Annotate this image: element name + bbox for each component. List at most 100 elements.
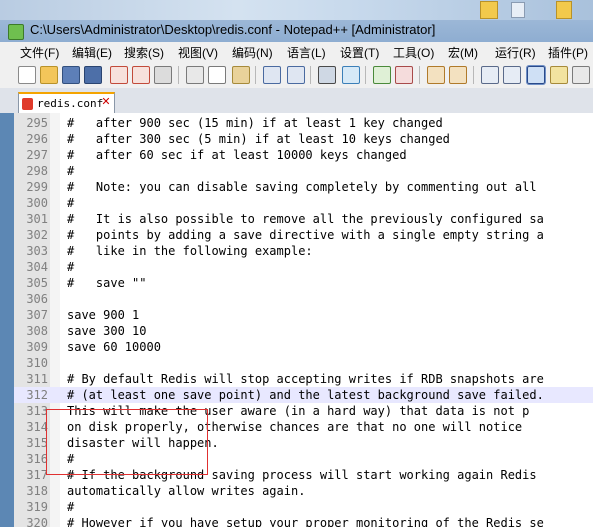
line-text[interactable]: automatically allow writes again. — [67, 483, 305, 499]
code-line[interactable]: 311 # By default Redis will stop acceptin… — [14, 371, 593, 387]
line-text[interactable]: # It is also possible to remove all the … — [67, 211, 544, 227]
zoom-out-icon[interactable] — [395, 66, 413, 84]
code-line[interactable]: 300 # — [14, 195, 593, 211]
line-text[interactable]: # after 300 sec (5 min) if at least 10 k… — [67, 131, 450, 147]
close-file-icon[interactable] — [110, 66, 128, 84]
menu-plugins[interactable]: 插件(P) — [548, 44, 588, 61]
menu-edit[interactable]: 编辑(E) — [72, 44, 112, 61]
toolbar — [0, 62, 593, 89]
replace-icon[interactable] — [342, 66, 360, 84]
code-line[interactable]: 309 save 60 10000 — [14, 339, 593, 355]
menu-language[interactable]: 语言(L) — [287, 44, 326, 61]
word-wrap-icon[interactable] — [481, 66, 499, 84]
line-text[interactable]: save 300 10 — [67, 323, 146, 339]
line-number: 308 — [26, 324, 48, 338]
editor-area[interactable]: 295 # after 900 sec (15 min) if at least … — [0, 113, 593, 527]
paste-icon[interactable] — [232, 66, 250, 84]
menu-bar: 文件(F) 编辑(E) 搜索(S) 视图(V) 编码(N) 语言(L) 设置(T… — [0, 42, 593, 63]
code-line[interactable]: 310 — [14, 355, 593, 371]
tab-redis-conf[interactable]: redis.conf ✕ — [18, 92, 115, 113]
line-number: 314 — [26, 420, 48, 434]
menu-tools[interactable]: 工具(O) — [393, 44, 434, 61]
save-icon[interactable] — [62, 66, 80, 84]
code-line[interactable]: 318 automatically allow writes again. — [14, 483, 593, 499]
menu-macro[interactable]: 宏(M) — [448, 44, 478, 61]
find-icon[interactable] — [318, 66, 336, 84]
menu-search[interactable]: 搜索(S) — [124, 44, 164, 61]
line-text[interactable]: # — [67, 163, 74, 179]
desktop-icon — [556, 1, 572, 19]
line-text[interactable]: # Note: you can disable saving completel… — [67, 179, 537, 195]
zoom-in-icon[interactable] — [373, 66, 391, 84]
line-text[interactable]: # (at least one save point) and the late… — [67, 387, 544, 403]
sync-horizontal-icon[interactable] — [449, 66, 467, 84]
code-line[interactable]: 296 # after 300 sec (5 min) if at least 1… — [14, 131, 593, 147]
line-text[interactable]: save 900 1 — [67, 307, 139, 323]
undo-icon[interactable] — [263, 66, 281, 84]
line-number: 302 — [26, 228, 48, 242]
indent-guide-icon[interactable] — [526, 65, 546, 85]
copy-icon[interactable] — [208, 66, 226, 84]
document-map-icon[interactable] — [550, 66, 568, 84]
line-text[interactable]: # save "" — [67, 275, 146, 291]
close-icon[interactable]: ✕ — [101, 97, 111, 108]
line-text[interactable]: # — [67, 499, 74, 515]
line-text[interactable]: # — [67, 195, 74, 211]
toolbar-separator — [178, 66, 179, 84]
menu-view[interactable]: 视图(V) — [178, 44, 218, 61]
line-number: 310 — [26, 356, 48, 370]
code-line[interactable]: 302 # points by adding a save directive w… — [14, 227, 593, 243]
open-file-icon[interactable] — [40, 66, 58, 84]
line-number: 298 — [26, 164, 48, 178]
window-title: C:\Users\Administrator\Desktop\redis.con… — [30, 22, 436, 37]
code-line[interactable]: 305 # save "" — [14, 275, 593, 291]
line-text[interactable]: # However if you have setup your proper … — [67, 515, 544, 527]
menu-run[interactable]: 运行(R) — [495, 44, 536, 61]
line-number: 305 — [26, 276, 48, 290]
editor-left-margin — [0, 113, 14, 527]
redo-icon[interactable] — [287, 66, 305, 84]
line-text[interactable]: # points by adding a save directive with… — [67, 227, 544, 243]
show-all-chars-icon[interactable] — [503, 66, 521, 84]
code-line[interactable]: 304 # — [14, 259, 593, 275]
cut-icon[interactable] — [186, 66, 204, 84]
line-text[interactable]: # after 60 sec if at least 10000 keys ch… — [67, 147, 407, 163]
code-line[interactable]: 297 # after 60 sec if at least 10000 keys… — [14, 147, 593, 163]
new-file-icon[interactable] — [18, 66, 36, 84]
code-line[interactable]: 299 # Note: you can disable saving comple… — [14, 179, 593, 195]
toolbar-separator — [310, 66, 311, 84]
line-number: 300 — [26, 196, 48, 210]
toolbar-separator — [365, 66, 366, 84]
menu-settings[interactable]: 设置(T) — [340, 44, 379, 61]
line-text[interactable]: # — [67, 259, 74, 275]
sync-vertical-icon[interactable] — [427, 66, 445, 84]
code-line[interactable]: 312 # (at least one save point) and the l… — [14, 387, 593, 403]
tab-bar: redis.conf ✕ — [0, 88, 593, 114]
code-line[interactable]: 319 # — [14, 499, 593, 515]
line-number: 296 — [26, 132, 48, 146]
code-line[interactable]: 307 save 900 1 — [14, 307, 593, 323]
code-line[interactable]: 308 save 300 10 — [14, 323, 593, 339]
line-text[interactable]: # after 900 sec (15 min) if at least 1 k… — [67, 115, 443, 131]
menu-file[interactable]: 文件(F) — [20, 44, 59, 61]
code-line[interactable]: 295 # after 900 sec (15 min) if at least … — [14, 115, 593, 131]
code-line[interactable]: 320 # However if you have setup your prop… — [14, 515, 593, 527]
line-number: 315 — [26, 436, 48, 450]
close-all-icon[interactable] — [132, 66, 150, 84]
notepadpp-app-icon[interactable] — [8, 24, 24, 40]
toolbar-overflow-icon[interactable] — [572, 66, 590, 84]
line-number: 295 — [26, 116, 48, 130]
save-all-icon[interactable] — [84, 66, 102, 84]
line-text[interactable]: # like in the following example: — [67, 243, 313, 259]
line-number: 313 — [26, 404, 48, 418]
line-number: 317 — [26, 468, 48, 482]
line-text[interactable]: # By default Redis will stop accepting w… — [67, 371, 544, 387]
line-text[interactable]: save 60 10000 — [67, 339, 161, 355]
code-line[interactable]: 298 # — [14, 163, 593, 179]
code-line[interactable]: 301 # It is also possible to remove all t… — [14, 211, 593, 227]
code-line[interactable]: 306 — [14, 291, 593, 307]
print-icon[interactable] — [154, 66, 172, 84]
highlight-annotation-box — [46, 409, 208, 475]
menu-encoding[interactable]: 编码(N) — [232, 44, 273, 61]
code-line[interactable]: 303 # like in the following example: — [14, 243, 593, 259]
